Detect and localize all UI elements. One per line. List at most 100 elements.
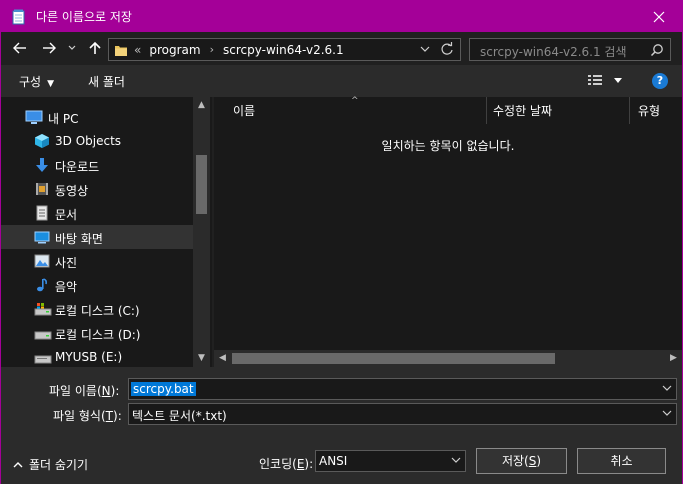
sidebar-item-label: 동영상 [55, 184, 89, 198]
column-header-name-label: 이름 [233, 104, 256, 118]
sidebar-item[interactable]: 로컬 디스크 (C:) [1, 297, 193, 321]
encoding-dropdown-button[interactable] [451, 453, 461, 470]
filetype-label: 파일 형식(T): [53, 409, 122, 423]
window-title: 다른 이름으로 저장 [36, 10, 132, 24]
sidebar-item[interactable]: 동영상 [1, 177, 193, 201]
sidebar-item-label: 3D Objects [55, 134, 122, 148]
search-icon[interactable] [650, 43, 664, 60]
pictures-icon [34, 253, 50, 269]
close-button[interactable] [636, 1, 682, 32]
music-icon [34, 277, 50, 293]
scroll-right-icon[interactable]: ▶ [665, 350, 682, 367]
view-options-button[interactable] [587, 74, 627, 91]
3d-objects-icon [34, 133, 50, 149]
filetype-dropdown-button[interactable] [662, 406, 672, 423]
refresh-icon [441, 42, 453, 55]
drive-icon [34, 325, 52, 341]
sidebar-item-label: 음악 [55, 280, 78, 294]
up-button[interactable] [85, 38, 105, 58]
sidebar-item[interactable]: 다운로드 [1, 153, 193, 177]
forward-button[interactable] [39, 38, 59, 58]
sidebar-item[interactable]: MYUSB (E:) [1, 345, 193, 367]
hide-folders-label: 폴더 숨기기 [29, 458, 89, 472]
title-bar[interactable]: 다른 이름으로 저장 [1, 1, 682, 32]
arrow-right-icon [43, 42, 56, 54]
help-icon[interactable]: ? [652, 73, 668, 89]
sidebar-item-label: MYUSB (E:) [55, 350, 123, 364]
refresh-button[interactable] [440, 41, 454, 60]
column-header-name[interactable]: ^ 이름 [214, 96, 487, 124]
breadcrumb-overflow[interactable]: « [134, 43, 141, 57]
hide-folders-button[interactable]: 폴더 숨기기 [13, 456, 88, 473]
sidebar-item-label: 사진 [55, 256, 78, 270]
sidebar-item-label: 문서 [55, 208, 78, 222]
sidebar-item[interactable]: 문서 [1, 201, 193, 225]
chevron-up-icon [13, 462, 23, 468]
scroll-up-icon[interactable]: ▲ [193, 97, 210, 114]
chevron-down-icon [68, 45, 76, 50]
filetype-select[interactable]: 텍스트 문서(*.txt) [128, 403, 677, 425]
filename-value: scrcpy.bat [131, 382, 196, 396]
new-folder-label: 새 폴더 [88, 75, 125, 89]
usb-drive-icon [34, 349, 52, 365]
desktop-icon [34, 229, 50, 245]
sidebar-item-label: 내 PC [48, 112, 79, 126]
recent-locations-button[interactable] [65, 38, 79, 58]
save-form: 파일 이름(N): scrcpy.bat 파일 형식(T): 텍스트 문서(*.… [1, 367, 682, 484]
sidebar-item-label: 로컬 디스크 (D:) [55, 328, 141, 342]
address-history-button[interactable] [420, 42, 430, 59]
details-view-icon [588, 75, 622, 85]
sidebar-item-label: 바탕 화면 [55, 232, 103, 246]
nav-pane-scrollbar[interactable]: ▲ ▼ [193, 97, 210, 367]
cancel-button[interactable]: 취소 [577, 448, 666, 474]
column-header-date[interactable]: 수정한 날짜 [487, 97, 630, 124]
filename-input[interactable]: scrcpy.bat [128, 378, 677, 400]
arrow-left-icon [13, 42, 26, 54]
navigation-pane: 내 PC 3D Objects 다운로드동영상문서바탕 화면사진음악로컬 디스크 (… [1, 97, 212, 367]
close-icon [653, 11, 665, 22]
breadcrumb-program[interactable]: program [149, 43, 200, 57]
new-folder-button[interactable]: 새 폴더 [88, 73, 125, 90]
back-button[interactable] [10, 38, 30, 58]
sidebar-item[interactable]: 로컬 디스크 (D:) [1, 321, 193, 345]
document-icon [34, 205, 50, 221]
folder-icon [114, 44, 128, 56]
filename-dropdown-button[interactable] [662, 381, 672, 398]
address-bar[interactable]: « program › scrcpy-win64-v2.6.1 [108, 38, 461, 61]
save-as-dialog: 다른 이름으로 저장 « program › scrcpy-win64-v2.6… [0, 0, 683, 484]
breadcrumb-current-folder[interactable]: scrcpy-win64-v2.6.1 [223, 43, 344, 57]
organize-button[interactable]: 구성 ▼ [19, 73, 54, 90]
scrollbar-thumb[interactable] [196, 155, 207, 214]
drive-c-icon [34, 301, 52, 317]
encoding-value: ANSI [319, 454, 348, 468]
pc-icon [25, 109, 43, 125]
chevron-down-icon [662, 385, 672, 391]
filetype-value: 텍스트 문서(*.txt) [132, 409, 227, 423]
save-button[interactable]: 저장(S) [476, 448, 567, 474]
sort-ascending-icon: ^ [351, 96, 359, 106]
download-icon [34, 157, 50, 173]
encoding-select[interactable]: ANSI [315, 450, 466, 472]
sidebar-item-label: 다운로드 [55, 160, 100, 174]
sidebar-item[interactable]: 사진 [1, 249, 193, 273]
empty-message: 일치하는 항목이 없습니다. [381, 139, 515, 153]
caret-down-icon: ▼ [47, 79, 55, 89]
sidebar-item[interactable]: 바탕 화면 [1, 225, 193, 249]
file-list-scrollbar[interactable]: ◀ ▶ [214, 350, 682, 367]
scrollbar-thumb[interactable] [232, 353, 555, 364]
notepad-icon [11, 9, 27, 25]
video-icon [34, 181, 50, 197]
scroll-down-icon[interactable]: ▼ [193, 350, 210, 367]
chevron-down-icon [662, 410, 672, 416]
sidebar-item[interactable]: 음악 [1, 273, 193, 297]
sidebar-item[interactable]: 내 PC [1, 105, 193, 129]
command-bar: 구성 ▼ 새 폴더 ? [1, 65, 682, 97]
search-box[interactable]: scrcpy-win64-v2.6.1 검색 [469, 38, 671, 61]
chevron-down-icon [451, 457, 461, 463]
sidebar-item[interactable]: 3D Objects [1, 129, 193, 153]
breadcrumb-separator-icon[interactable]: › [210, 43, 214, 56]
column-header-type[interactable]: 유형 [630, 97, 682, 124]
search-placeholder: scrcpy-win64-v2.6.1 검색 [480, 45, 627, 59]
scroll-left-icon[interactable]: ◀ [214, 350, 231, 367]
chevron-down-icon [420, 46, 430, 52]
